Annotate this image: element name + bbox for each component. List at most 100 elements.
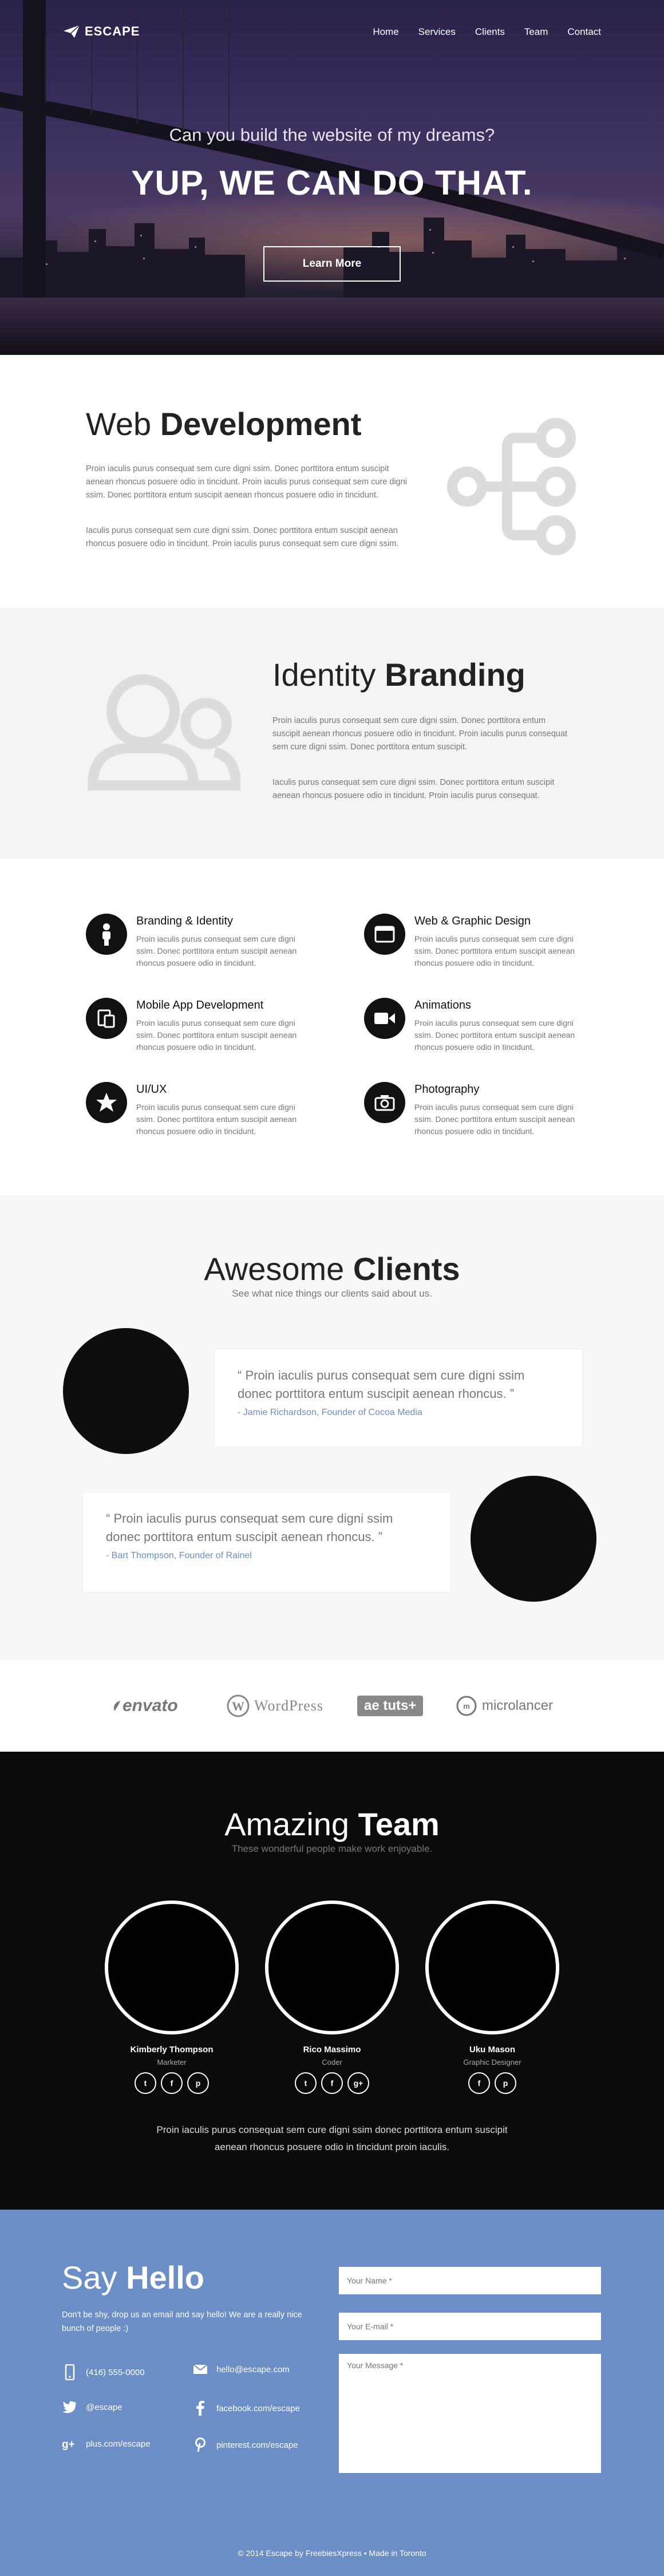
service-item: UI/UX Proin iaculis purus consequat sem … xyxy=(86,1082,321,1151)
figure-icon xyxy=(102,923,110,946)
service-title: Branding & Identity xyxy=(136,915,233,927)
google-plus-icon[interactable]: g+ xyxy=(347,2072,369,2094)
service-icon-circle xyxy=(86,1082,127,1123)
service-item: Animations Proin iaculis purus consequat… xyxy=(364,998,599,1066)
service-description: Proin iaculis purus consequat sem cure d… xyxy=(136,1018,297,1052)
service-description: Proin iaculis purus consequat sem cure d… xyxy=(136,934,297,967)
member-photo xyxy=(425,1901,559,2034)
web-development-paragraph-2: Iaculis purus consequat sem cure digni s… xyxy=(86,526,399,548)
heading-bold: Hello xyxy=(126,2259,204,2296)
partner-logo-envato[interactable]: envato xyxy=(112,1693,178,1718)
twitter-icon[interactable]: t xyxy=(295,2072,317,2094)
clients-heading: Awesome Clients xyxy=(0,1250,664,1287)
identity-branding-heading: Identity Branding xyxy=(272,656,525,693)
mail-icon xyxy=(193,2364,208,2374)
contact-pinterest-text: pinterest.com/escape xyxy=(216,2440,298,2450)
facebook-icon xyxy=(196,2401,204,2416)
contact-phone[interactable]: (416) 555-0000 xyxy=(62,2364,145,2380)
hero-title: YUP, WE CAN DO THAT. xyxy=(131,164,533,202)
nav-contact[interactable]: Contact xyxy=(567,26,601,38)
service-icon-circle xyxy=(364,998,405,1039)
users-icon xyxy=(87,674,240,791)
member-socials: t f g+ xyxy=(263,2072,401,2094)
clients-section: Awesome Clients See what nice things our… xyxy=(0,1195,664,1660)
learn-more-button[interactable]: Learn More xyxy=(263,246,401,282)
browser-icon xyxy=(374,926,395,943)
member-socials: t f p xyxy=(103,2072,240,2094)
client-avatar xyxy=(471,1476,596,1602)
contact-intro: Don't be shy, drop us an email and say h… xyxy=(62,2310,302,2333)
testimonial-author[interactable]: - Bart Thompson, Founder of Rainel xyxy=(106,1551,428,1561)
service-description: Proin iaculis purus consequat sem cure d… xyxy=(414,1103,575,1136)
contact-phone-text: (416) 555-0000 xyxy=(86,2367,145,2377)
page: ESCAPE Home Services Clients Team Contac… xyxy=(0,0,664,2576)
contact-email[interactable]: hello@escape.com xyxy=(192,2364,290,2374)
service-title: Animations xyxy=(414,999,471,1012)
contact-email-text: hello@escape.com xyxy=(216,2364,290,2374)
nav-services[interactable]: Services xyxy=(418,26,456,38)
heading-bold: Clients xyxy=(353,1251,460,1287)
contact-section: Say Hello Don't be shy, drop us an email… xyxy=(0,2210,664,2576)
services-section: Branding & Identity Proin iaculis purus … xyxy=(0,859,664,1195)
heading-bold: Branding xyxy=(385,657,525,693)
testimonial-quote: “ Proin iaculis purus consequat sem cure… xyxy=(238,1368,525,1401)
contact-pinterest[interactable]: pinterest.com/escape xyxy=(192,2437,298,2452)
web-development-paragraph-1: Proin iaculis purus consequat sem cure d… xyxy=(86,464,408,500)
pinterest-icon xyxy=(195,2437,205,2452)
member-photo xyxy=(105,1901,239,2034)
email-input[interactable] xyxy=(339,2313,601,2340)
twitter-icon[interactable]: t xyxy=(135,2072,156,2094)
logo[interactable]: ESCAPE xyxy=(63,24,140,39)
nav-clients[interactable]: Clients xyxy=(475,26,505,38)
hero-subtitle: Can you build the website of my dreams? xyxy=(169,125,495,145)
facebook-icon[interactable]: f xyxy=(161,2072,183,2094)
name-input[interactable] xyxy=(339,2267,601,2294)
facebook-icon[interactable]: f xyxy=(468,2072,490,2094)
contact-google-plus[interactable]: g+ plus.com/escape xyxy=(62,2437,151,2450)
partner-logo-wordpress[interactable]: W WordPress xyxy=(227,1693,323,1718)
heading-light: Identity xyxy=(272,657,376,693)
nav-team[interactable]: Team xyxy=(524,26,548,38)
heading-bold: Development xyxy=(160,406,362,442)
identity-branding-paragraph-1: Proin iaculis purus consequat sem cure d… xyxy=(272,716,568,752)
pinterest-icon[interactable]: p xyxy=(495,2072,516,2094)
logo-text: ESCAPE xyxy=(85,24,140,38)
leaf-icon xyxy=(113,1701,120,1711)
partner-name: microlancer xyxy=(482,1698,554,1713)
heading-light: Awesome xyxy=(204,1251,345,1287)
service-icon-circle xyxy=(86,914,127,955)
contact-twitter[interactable]: @escape xyxy=(62,2401,122,2413)
phone-icon xyxy=(65,2364,75,2380)
service-icon-circle xyxy=(364,1082,405,1123)
contact-heading: Say Hello xyxy=(62,2259,204,2296)
svg-text:W: W xyxy=(232,1699,244,1713)
paper-plane-icon xyxy=(64,25,80,38)
service-description: Proin iaculis purus consequat sem cure d… xyxy=(414,1018,575,1052)
message-textarea[interactable] xyxy=(339,2354,601,2473)
testimonial-author[interactable]: - Jamie Richardson, Founder of Cocoa Med… xyxy=(238,1408,559,1418)
nav-home[interactable]: Home xyxy=(373,26,398,38)
web-development-section: Web Development Proin iaculis purus cons… xyxy=(0,355,664,608)
service-title: UI/UX xyxy=(136,1083,167,1096)
partner-logo-tuts[interactable]: ae tuts+ xyxy=(357,1693,424,1718)
member-role: Coder xyxy=(322,2058,342,2067)
service-icon-circle xyxy=(364,914,405,955)
twitter-icon xyxy=(62,2401,77,2413)
service-item: Web & Graphic Design Proin iaculis purus… xyxy=(364,914,599,982)
member-name: Rico Massimo xyxy=(303,2045,361,2055)
camera-icon xyxy=(374,1095,395,1111)
service-description: Proin iaculis purus consequat sem cure d… xyxy=(136,1103,297,1136)
member-socials: f p xyxy=(424,2072,561,2094)
service-item: Branding & Identity Proin iaculis purus … xyxy=(86,914,321,982)
heading-bold: Team xyxy=(358,1806,440,1842)
identity-branding-section: Identity Branding Proin iaculis purus co… xyxy=(0,608,664,859)
identity-branding-paragraph-2: Iaculis purus consequat sem cure digni s… xyxy=(272,778,555,800)
member-photo xyxy=(265,1901,399,2034)
facebook-icon[interactable]: f xyxy=(321,2072,343,2094)
devices-icon xyxy=(97,1009,115,1028)
svg-text:m: m xyxy=(463,1702,470,1710)
partner-logo-microlancer[interactable]: m microlancer xyxy=(456,1693,553,1718)
heading-light: Amazing xyxy=(224,1806,350,1842)
contact-facebook[interactable]: facebook.com/escape xyxy=(192,2401,300,2416)
pinterest-icon[interactable]: p xyxy=(187,2072,209,2094)
